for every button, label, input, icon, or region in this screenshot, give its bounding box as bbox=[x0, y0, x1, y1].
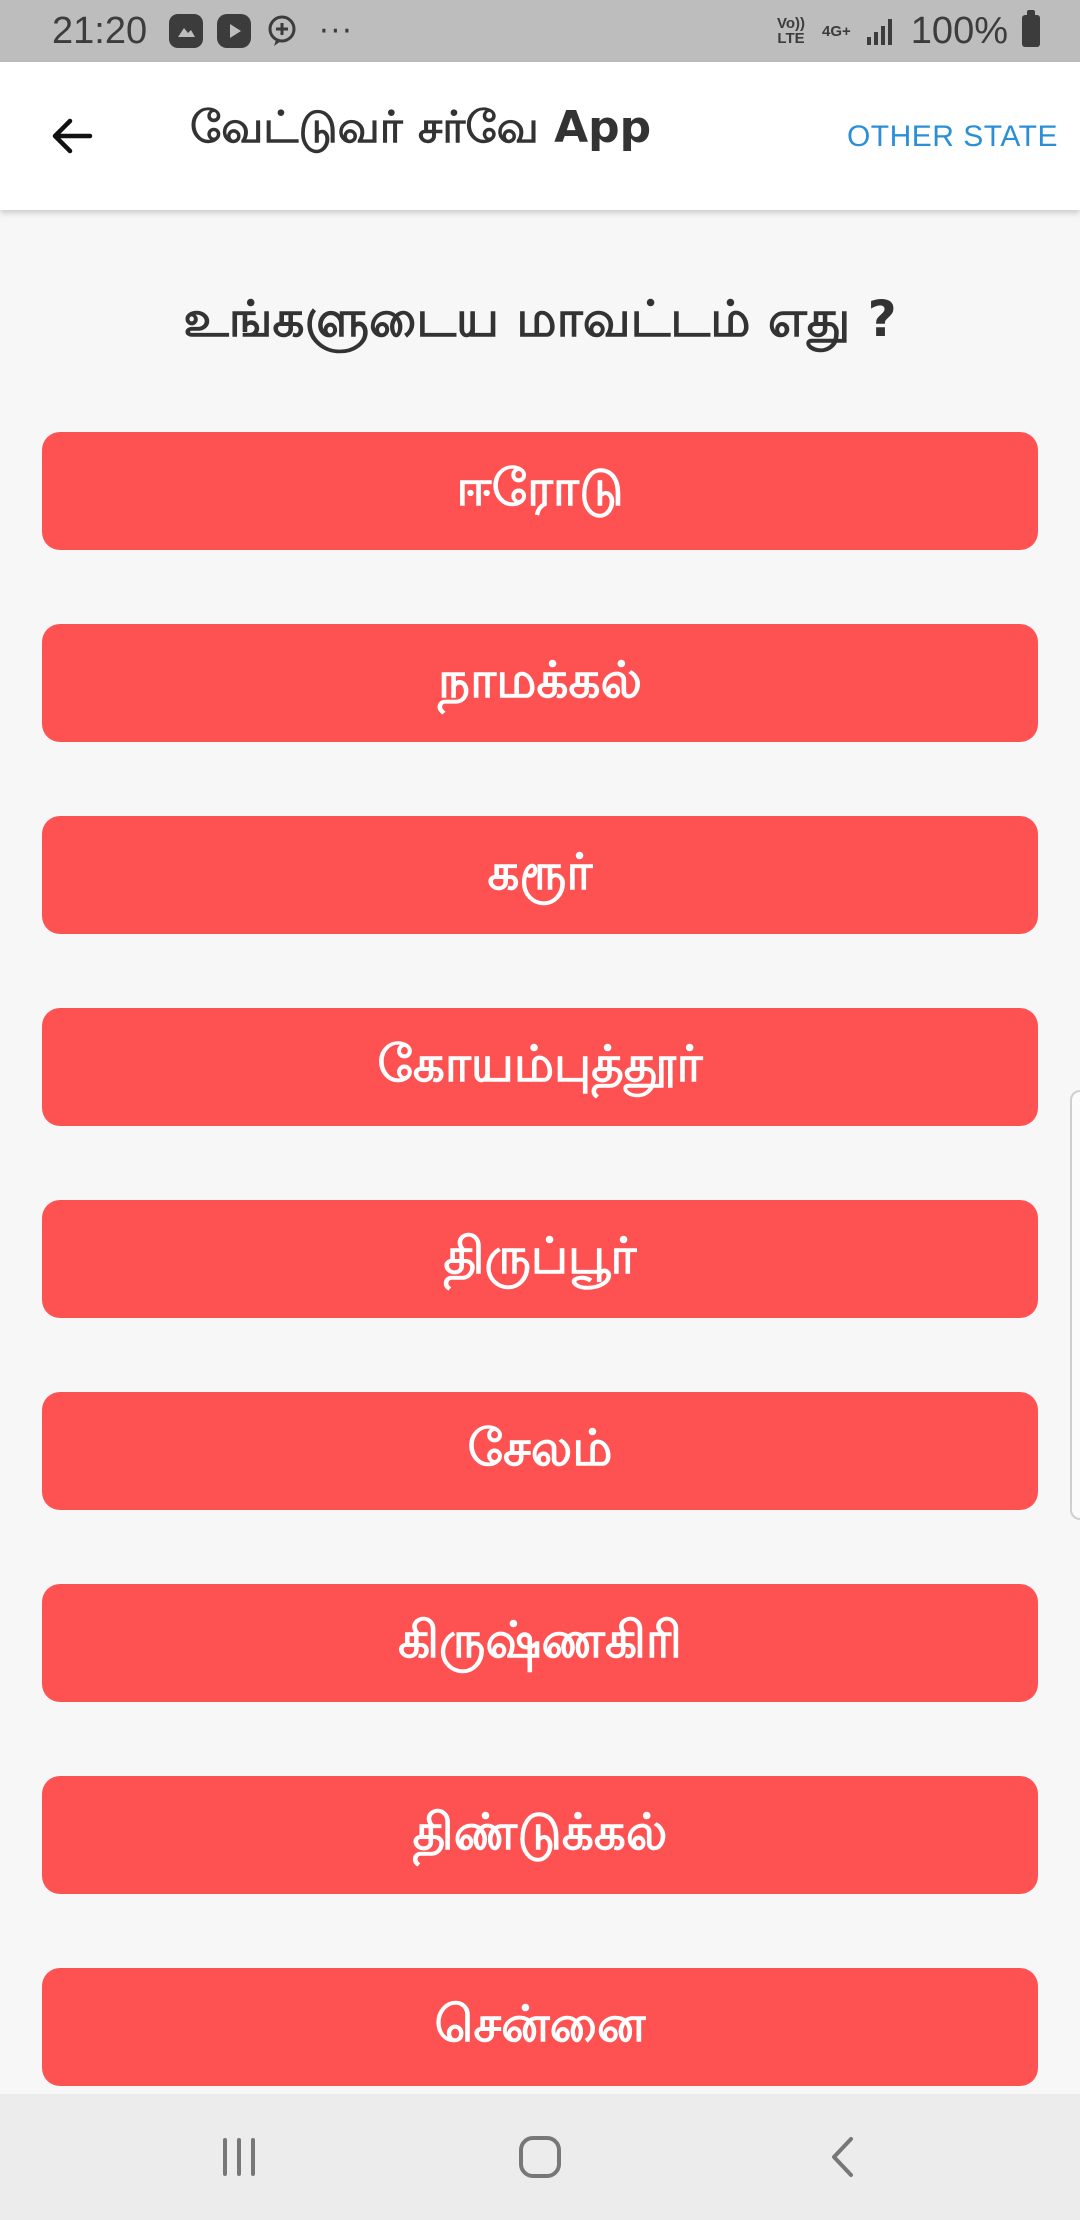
more-notifications-icon: ··· bbox=[319, 13, 354, 49]
nav-back-button[interactable] bbox=[800, 2124, 890, 2190]
other-state-button[interactable]: OTHER STATE bbox=[847, 120, 1058, 154]
district-button-salem[interactable]: சேலம் bbox=[42, 1392, 1038, 1510]
district-button-krishnagiri[interactable]: கிருஷ்ணகிரி bbox=[42, 1584, 1038, 1702]
battery-icon bbox=[1022, 10, 1040, 47]
gallery-notification-icon bbox=[169, 14, 204, 48]
recents-button[interactable] bbox=[194, 2124, 284, 2190]
district-button-chennai[interactable]: சென்னை bbox=[42, 1968, 1038, 2086]
district-button-tiruppur[interactable]: திருப்பூர் bbox=[42, 1200, 1038, 1318]
home-icon bbox=[519, 2136, 561, 2178]
signal-icon bbox=[865, 15, 897, 47]
status-time: 21:20 bbox=[52, 9, 148, 52]
status-indicators: Vo)) LTE 4G+ 100% bbox=[774, 10, 1040, 53]
recents-icon bbox=[223, 2138, 255, 2176]
volte-indicator: Vo)) LTE bbox=[776, 15, 806, 47]
battery-percentage: 100% bbox=[910, 9, 1008, 52]
nav-back-icon bbox=[832, 2137, 853, 2177]
district-button-dindigul[interactable]: திண்டுக்கல் bbox=[42, 1776, 1038, 1894]
status-bar: 21:20 ··· Vo)) LTE 4G+ 100% bbox=[0, 0, 1080, 62]
youtube-notification-icon bbox=[217, 14, 252, 48]
arrow-left-icon bbox=[52, 118, 93, 154]
district-button-erode[interactable]: ஈரோடு bbox=[42, 432, 1038, 550]
district-button-namakkal[interactable]: நாமக்கல் bbox=[42, 624, 1038, 742]
system-navigation-bar bbox=[0, 2094, 1080, 2220]
home-button[interactable] bbox=[495, 2124, 585, 2190]
district-button-coimbatore[interactable]: கோயம்புத்தூர் bbox=[42, 1008, 1038, 1126]
district-list: ஈரோடு நாமக்கல் கரூர் கோயம்புத்தூர் திருப… bbox=[42, 432, 1038, 2094]
district-selection-screen[interactable]: உங்களுடைய மாவட்டம் எது ? ஈரோடு நாமக்கல் … bbox=[0, 210, 1080, 2094]
network-type-indicator: 4G+ bbox=[822, 22, 851, 40]
back-button[interactable] bbox=[40, 104, 104, 168]
edge-panel-handle[interactable] bbox=[1070, 1090, 1080, 1520]
district-button-karur[interactable]: கரூர் bbox=[42, 816, 1038, 934]
app-bar: வேட்டுவர் சர்வே App OTHER STATE bbox=[0, 62, 1080, 210]
page-title: வேட்டுவர் சர்வே App bbox=[190, 102, 652, 153]
chat-notification-icon bbox=[265, 14, 299, 48]
question-heading: உங்களுடைய மாவட்டம் எது ? bbox=[183, 290, 897, 348]
